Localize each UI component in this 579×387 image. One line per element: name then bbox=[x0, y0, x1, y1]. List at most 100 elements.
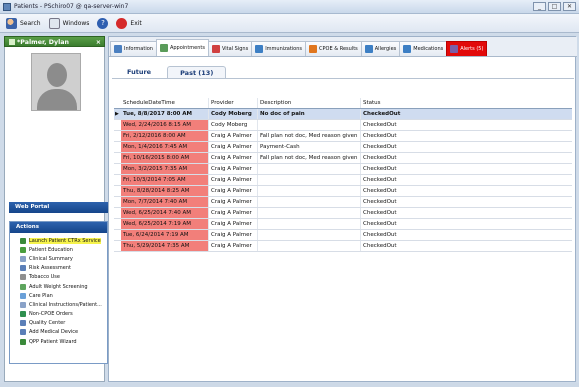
close-button[interactable]: ✕ bbox=[563, 2, 576, 11]
table-row[interactable]: Mon, 3/2/2015 7:35 AM Craig A Palmer Check… bbox=[114, 164, 572, 175]
header-status[interactable]: Status bbox=[360, 98, 572, 108]
action-label: Tobacco Use bbox=[29, 274, 60, 281]
table-cell: Fri, 10/3/2014 7:05 AM bbox=[121, 175, 208, 185]
toolbar: Search Windows ? Exit bbox=[0, 14, 579, 33]
table-cell: Craig A Palmer bbox=[208, 164, 257, 174]
table-cell: Craig A Palmer bbox=[208, 241, 257, 251]
exit-button[interactable]: Exit bbox=[116, 17, 142, 29]
maximize-button[interactable]: □ bbox=[548, 2, 561, 11]
tab-label: Information bbox=[124, 46, 153, 52]
tab-immunizations[interactable]: Immunizations bbox=[251, 41, 307, 56]
action-label: Patient Education bbox=[29, 246, 73, 253]
action-item[interactable]: QPP Patient Wizard bbox=[10, 337, 107, 346]
table-cell: CheckedOut bbox=[360, 186, 572, 196]
table-row[interactable]: Fri, 10/16/2015 8:00 AM Craig A Palmer Fal… bbox=[114, 153, 572, 164]
header-description[interactable]: Description bbox=[257, 98, 360, 108]
table-cell: CheckedOut bbox=[360, 153, 572, 163]
table-cell: CheckedOut bbox=[360, 109, 572, 119]
table-cell: Fall plan not doc, Med reason given bbox=[257, 153, 360, 163]
table-cell: Cody Moberg bbox=[208, 109, 257, 119]
action-item[interactable]: Quality Center bbox=[10, 319, 107, 328]
tab-vital-signs[interactable]: Vital Signs bbox=[207, 41, 253, 56]
tab-alerts[interactable]: Alerts (5) bbox=[446, 41, 488, 56]
help-icon[interactable]: ? bbox=[97, 17, 109, 29]
action-icon bbox=[20, 301, 26, 308]
table-cell: CheckedOut bbox=[360, 131, 572, 141]
table-row[interactable]: Thu, 5/29/2014 7:35 AM Craig A Palmer Chec… bbox=[114, 241, 572, 252]
table-cell: Fall plan not doc, Med reason given bbox=[257, 131, 360, 141]
action-icon bbox=[20, 320, 26, 327]
table-cell: Thu, 8/28/2014 8:25 AM bbox=[121, 186, 208, 196]
action-label: QPP Patient Wizard bbox=[29, 338, 77, 345]
table-cell: Fri, 2/12/2016 8:00 AM bbox=[121, 131, 208, 141]
table-cell: Tue, 6/24/2014 7:19 AM bbox=[121, 230, 208, 240]
table-cell: Mon, 7/7/2014 7:40 AM bbox=[121, 197, 208, 207]
action-item[interactable]: Adult Weight Screening bbox=[10, 282, 107, 291]
table-row[interactable]: ▶ Tue, 8/8/2017 8:00 AM Cody Moberg No doc … bbox=[114, 109, 572, 120]
table-row[interactable]: Fri, 2/12/2016 8:00 AM Craig A Palmer Fall… bbox=[114, 131, 572, 142]
tab-cpoe-results[interactable]: CPOE & Results bbox=[305, 41, 362, 56]
table-row[interactable]: Wed, 6/25/2014 7:40 AM Craig A Palmer Chec… bbox=[114, 208, 572, 219]
table-row[interactable]: Mon, 7/7/2014 7:40 AM Craig A Palmer Check… bbox=[114, 197, 572, 208]
action-item[interactable]: Clinical Instructions/Patient... bbox=[10, 300, 107, 309]
table-row[interactable]: Tue, 6/24/2014 7:19 AM Craig A Palmer Chec… bbox=[114, 230, 572, 241]
subtab-bar: Future Past (13) bbox=[115, 66, 227, 78]
tab-past[interactable]: Past (13) bbox=[167, 66, 227, 78]
action-item[interactable]: Care Plan bbox=[10, 291, 107, 300]
action-item[interactable]: Risk Assessment bbox=[10, 264, 107, 273]
table-cell bbox=[257, 120, 360, 130]
tab-bar: Information Appointments Vital Signs Immuni… bbox=[109, 37, 577, 57]
windows-button[interactable]: Windows bbox=[48, 17, 89, 29]
table-cell: Fri, 10/16/2015 8:00 AM bbox=[121, 153, 208, 163]
action-item[interactable]: Clinical Summary bbox=[10, 254, 107, 263]
action-label: Care Plan bbox=[29, 292, 53, 299]
action-item[interactable]: Non-CPOE Orders bbox=[10, 310, 107, 319]
action-label: Clinical Summary bbox=[29, 255, 73, 262]
patient-tab[interactable]: *Palmer, Dylan × bbox=[4, 36, 105, 47]
minimize-button[interactable]: _ bbox=[533, 2, 546, 11]
table-cell: Craig A Palmer bbox=[208, 142, 257, 152]
action-item[interactable]: Launch Patient CTRx Service bbox=[10, 236, 107, 245]
left-panel: Web Portal Actions Launch Patient CTRx S… bbox=[4, 47, 108, 382]
table-cell: Craig A Palmer bbox=[208, 153, 257, 163]
table-cell bbox=[257, 164, 360, 174]
table-row[interactable]: Wed, 6/25/2014 7:19 AM Craig A Palmer Chec… bbox=[114, 219, 572, 230]
calendar-icon bbox=[159, 44, 168, 52]
tab-appointments[interactable]: Appointments bbox=[155, 39, 209, 56]
table-cell: Craig A Palmer bbox=[208, 186, 257, 196]
tab-future[interactable]: Future bbox=[115, 66, 163, 78]
alert-icon bbox=[450, 45, 459, 53]
tab-label: CPOE & Results bbox=[319, 46, 358, 52]
patient-photo bbox=[31, 53, 81, 111]
tab-label: Allergies bbox=[374, 46, 397, 52]
table-row[interactable]: Wed, 2/24/2016 8:15 AM Cody Moberg Checked… bbox=[114, 120, 572, 131]
table-cell: CheckedOut bbox=[360, 197, 572, 207]
web-portal-header[interactable]: Web Portal bbox=[9, 202, 108, 213]
table-row[interactable]: Thu, 8/28/2014 8:25 AM Craig A Palmer Chec… bbox=[114, 186, 572, 197]
table-cell: Payment-Cash bbox=[257, 142, 360, 152]
tab-allergies[interactable]: Allergies bbox=[360, 41, 401, 56]
actions-header: Actions bbox=[10, 222, 107, 233]
table-cell: Craig A Palmer bbox=[208, 219, 257, 229]
table-cell: Wed, 2/24/2016 8:15 AM bbox=[121, 120, 208, 130]
tab-medications[interactable]: Medications bbox=[399, 41, 448, 56]
patient-icon bbox=[9, 39, 15, 45]
search-button[interactable]: Search bbox=[6, 17, 41, 29]
tab-information[interactable]: Information bbox=[110, 41, 157, 56]
header-provider[interactable]: Provider bbox=[208, 98, 257, 108]
action-item[interactable]: Patient Education bbox=[10, 245, 107, 254]
action-item[interactable]: Add Medical Device bbox=[10, 328, 107, 337]
action-item[interactable]: Tobacco Use bbox=[10, 273, 107, 282]
table-cell: Tue, 8/8/2017 8:00 AM bbox=[121, 109, 208, 119]
table-row[interactable]: Mon, 1/4/2016 7:45 AM Craig A Palmer Payme… bbox=[114, 142, 572, 153]
table-row[interactable]: Fri, 10/3/2014 7:05 AM Craig A Palmer Chec… bbox=[114, 175, 572, 186]
table-cell bbox=[257, 197, 360, 207]
syringe-icon bbox=[255, 45, 264, 53]
divider bbox=[112, 78, 574, 79]
action-icon bbox=[20, 274, 26, 281]
header-schedule[interactable]: ScheduleDateTime bbox=[121, 98, 208, 108]
action-label: Add Medical Device bbox=[29, 329, 79, 336]
patient-name: *Palmer, Dylan bbox=[17, 39, 69, 46]
table-cell: CheckedOut bbox=[360, 142, 572, 152]
action-label: Non-CPOE Orders bbox=[29, 311, 73, 318]
